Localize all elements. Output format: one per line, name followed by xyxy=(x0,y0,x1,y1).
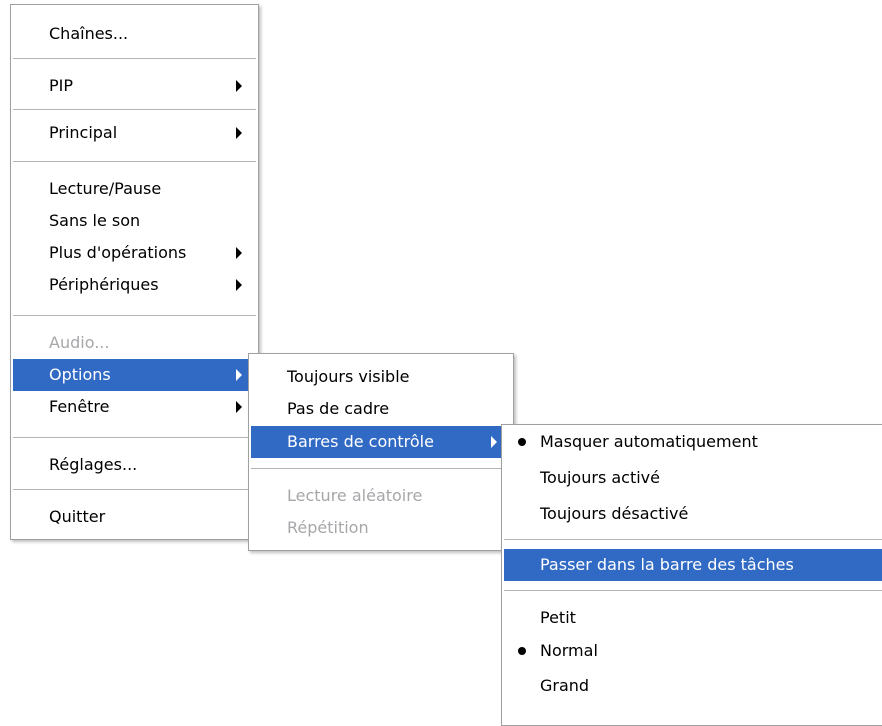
menu-item-normal[interactable]: Normal xyxy=(504,635,882,667)
menu-item-control-bars[interactable]: Barres de contrôle xyxy=(251,426,511,458)
menu-item-repeat-label: Répétition xyxy=(287,518,369,537)
submenu-arrow-icon xyxy=(236,401,242,413)
menu-item-channels[interactable]: Chaînes... xyxy=(13,18,256,50)
menu-item-mute[interactable]: Sans le son xyxy=(13,205,256,237)
menu-item-more-operations[interactable]: Plus d'opérations xyxy=(13,237,256,269)
main-context-menu: Chaînes... PIP Principal Lecture/Pause S… xyxy=(10,4,259,540)
menu-item-mute-label: Sans le son xyxy=(49,211,141,230)
submenu-arrow-icon xyxy=(236,127,242,139)
separator xyxy=(504,590,882,592)
menu-item-small-label: Petit xyxy=(540,608,576,627)
menu-item-always-off[interactable]: Toujours désactivé xyxy=(504,498,882,530)
control-bars-submenu: Masquer automatiquement Toujours activé … xyxy=(501,424,882,726)
menu-item-play-pause-label: Lecture/Pause xyxy=(49,179,162,198)
menu-item-settings-label: Réglages... xyxy=(49,455,138,474)
menu-item-principal[interactable]: Principal xyxy=(13,117,256,149)
menu-item-small[interactable]: Petit xyxy=(504,602,882,634)
menu-item-settings[interactable]: Réglages... xyxy=(13,449,256,481)
submenu-arrow-icon xyxy=(236,369,242,381)
menu-item-to-taskbar[interactable]: Passer dans la barre des tâches xyxy=(504,549,882,581)
menu-item-to-taskbar-label: Passer dans la barre des tâches xyxy=(540,555,794,574)
menu-item-auto-hide[interactable]: Masquer automatiquement xyxy=(504,426,882,458)
separator xyxy=(13,489,256,491)
menu-item-shuffle-label: Lecture aléatoire xyxy=(287,486,423,505)
menu-item-devices[interactable]: Périphériques xyxy=(13,269,256,301)
menu-item-principal-label: Principal xyxy=(49,123,118,142)
separator xyxy=(251,468,511,470)
menu-item-always-on-top[interactable]: Toujours visible xyxy=(251,361,511,393)
options-submenu: Toujours visible Pas de cadre Barres de … xyxy=(248,353,514,551)
menu-item-options[interactable]: Options xyxy=(13,359,256,391)
radio-bullet-icon xyxy=(518,438,526,446)
menu-item-always-on-label: Toujours activé xyxy=(540,468,660,487)
menu-item-quit[interactable]: Quitter xyxy=(13,501,256,533)
submenu-arrow-icon xyxy=(236,279,242,291)
menu-item-window-label: Fenêtre xyxy=(49,397,110,416)
separator xyxy=(13,109,256,111)
submenu-arrow-icon xyxy=(236,247,242,259)
menu-item-audio-label: Audio... xyxy=(49,333,110,352)
menu-item-large-label: Grand xyxy=(540,676,590,695)
submenu-arrow-icon xyxy=(236,80,242,92)
menu-item-devices-label: Périphériques xyxy=(49,275,159,294)
menu-item-normal-label: Normal xyxy=(540,641,598,660)
menu-item-pip[interactable]: PIP xyxy=(13,70,256,102)
menu-item-large[interactable]: Grand xyxy=(504,670,882,702)
separator xyxy=(504,539,882,541)
menu-item-auto-hide-label: Masquer automatiquement xyxy=(540,432,758,451)
separator xyxy=(13,315,256,317)
menu-item-always-on[interactable]: Toujours activé xyxy=(504,462,882,494)
menu-item-channels-label: Chaînes... xyxy=(49,24,129,43)
menu-item-quit-label: Quitter xyxy=(49,507,106,526)
menu-item-play-pause[interactable]: Lecture/Pause xyxy=(13,173,256,205)
menu-item-control-bars-label: Barres de contrôle xyxy=(287,432,434,451)
separator xyxy=(13,161,256,163)
separator xyxy=(13,58,256,60)
menu-item-more-operations-label: Plus d'opérations xyxy=(49,243,187,262)
submenu-arrow-icon xyxy=(491,436,497,448)
menu-item-always-on-top-label: Toujours visible xyxy=(287,367,410,386)
menu-item-window[interactable]: Fenêtre xyxy=(13,391,256,423)
menu-item-no-frame[interactable]: Pas de cadre xyxy=(251,393,511,425)
menu-item-options-label: Options xyxy=(49,365,111,384)
menu-item-repeat[interactable]: Répétition xyxy=(251,512,511,544)
menu-item-always-off-label: Toujours désactivé xyxy=(540,504,689,523)
menu-item-no-frame-label: Pas de cadre xyxy=(287,399,390,418)
menu-item-pip-label: PIP xyxy=(49,76,74,95)
separator xyxy=(13,437,256,439)
menu-item-shuffle[interactable]: Lecture aléatoire xyxy=(251,480,511,512)
menu-item-audio[interactable]: Audio... xyxy=(13,327,256,359)
radio-bullet-icon xyxy=(518,647,526,655)
